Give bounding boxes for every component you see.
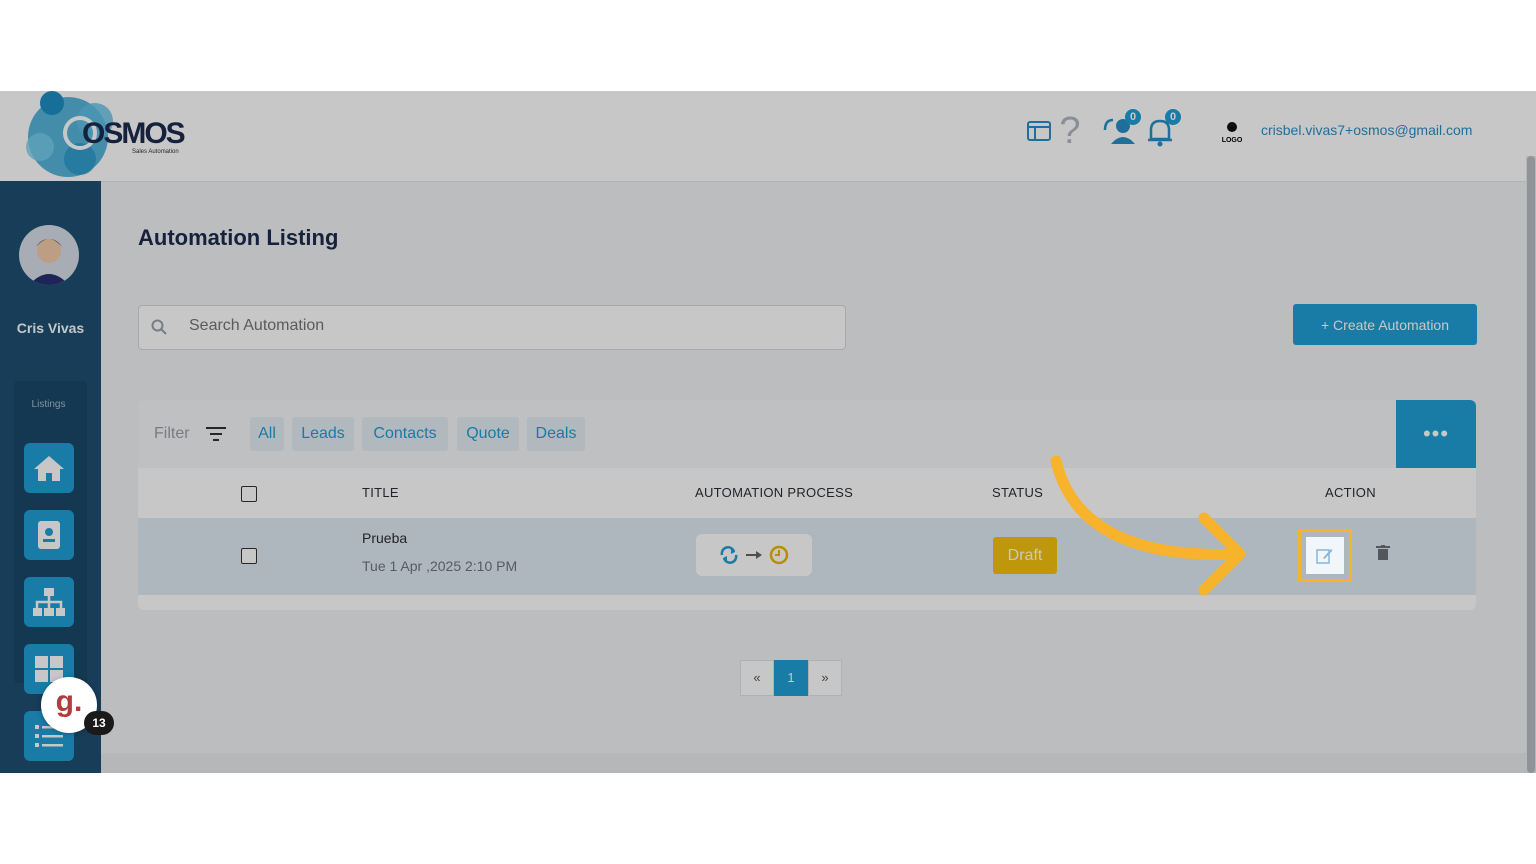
logo-subtitle: Sales Automation: [132, 149, 179, 155]
more-options-button[interactable]: •••: [1396, 400, 1476, 468]
filter-chip-leads[interactable]: Leads: [292, 417, 354, 451]
contacts-icon[interactable]: 0: [1103, 109, 1141, 151]
search-bar: [138, 305, 846, 350]
column-action: ACTION: [1325, 485, 1376, 500]
top-header: OSMOS Sales Automation ? 0 0 LOGO crisbe…: [0, 91, 1536, 182]
filter-chip-deals[interactable]: Deals: [527, 417, 585, 451]
arrow-right-icon: [746, 551, 762, 559]
user-avatar[interactable]: [19, 225, 79, 285]
filter-chip-all[interactable]: All: [250, 417, 284, 451]
row-date: Tue 1 Apr ,2025 2:10 PM: [362, 558, 518, 574]
notifications-bell-icon[interactable]: 0: [1143, 109, 1181, 151]
home-icon: [34, 456, 64, 481]
table-header: TITLE AUTOMATION PROCESS STATUS ACTION: [138, 468, 1476, 519]
pagination-page-current[interactable]: 1: [774, 660, 808, 696]
pagination-next[interactable]: »: [808, 660, 842, 696]
company-logo[interactable]: LOGO: [1216, 117, 1248, 149]
logo-text: OSMOS: [82, 117, 186, 150]
filter-chip-contacts[interactable]: Contacts: [362, 417, 448, 451]
company-logo-text: LOGO: [1221, 137, 1243, 144]
filter-icon[interactable]: [205, 425, 227, 443]
automation-process-flow: [696, 534, 812, 576]
layout-icon[interactable]: [1026, 111, 1052, 151]
footer-strip: [101, 753, 1536, 773]
id-card-icon: [38, 521, 60, 549]
clock-icon: [769, 545, 789, 565]
app-frame: OSMOS Sales Automation ? 0 0 LOGO crisbe…: [0, 91, 1536, 773]
page-title: Automation Listing: [138, 225, 339, 250]
tutorial-highlight-box: [1298, 529, 1352, 582]
pagination-prev[interactable]: «: [740, 660, 774, 696]
column-title: TITLE: [362, 485, 399, 500]
sitemap-icon: [33, 588, 65, 616]
contacts-count-badge: 0: [1125, 109, 1141, 125]
automation-table-card: Filter All Leads Contacts Quote Deals ••…: [138, 400, 1476, 610]
search-input[interactable]: [187, 316, 831, 336]
osmos-logo[interactable]: OSMOS Sales Automation: [20, 91, 190, 177]
pagination: « 1 »: [740, 660, 842, 696]
sidebar-section-label: Listings: [31, 399, 66, 410]
create-automation-button[interactable]: + Create Automation: [1293, 304, 1477, 345]
notifications-count-badge: 0: [1165, 109, 1181, 125]
sidebar-user-name: Cris Vivas: [16, 320, 85, 336]
filter-label: Filter: [154, 425, 190, 442]
filter-bar: Filter All Leads Contacts Quote Deals ••…: [138, 400, 1476, 468]
sidebar-item-contacts[interactable]: [24, 510, 74, 560]
sidebar-item-home[interactable]: [24, 443, 74, 493]
row-checkbox[interactable]: [241, 548, 257, 564]
tutorial-arrow-icon: [1050, 455, 1246, 596]
g2-widget-count: 13: [84, 711, 114, 735]
help-icon[interactable]: ?: [1056, 110, 1084, 152]
filter-chip-quote[interactable]: Quote: [457, 417, 519, 451]
column-status: STATUS: [992, 485, 1044, 500]
row-title[interactable]: Prueba: [362, 530, 407, 546]
scrollbar-thumb[interactable]: [1527, 156, 1535, 773]
delete-icon[interactable]: [1376, 545, 1390, 561]
user-email[interactable]: crisbel.vivas7+osmos@gmail.com: [1261, 122, 1472, 138]
sidebar-item-hierarchy[interactable]: [24, 577, 74, 627]
table-row[interactable]: Prueba Tue 1 Apr ,2025 2:10 PM Draft: [138, 518, 1476, 595]
sync-icon: [720, 546, 738, 564]
column-automation-process: AUTOMATION PROCESS: [695, 485, 854, 500]
search-icon: [151, 319, 167, 335]
select-all-checkbox[interactable]: [241, 486, 257, 502]
